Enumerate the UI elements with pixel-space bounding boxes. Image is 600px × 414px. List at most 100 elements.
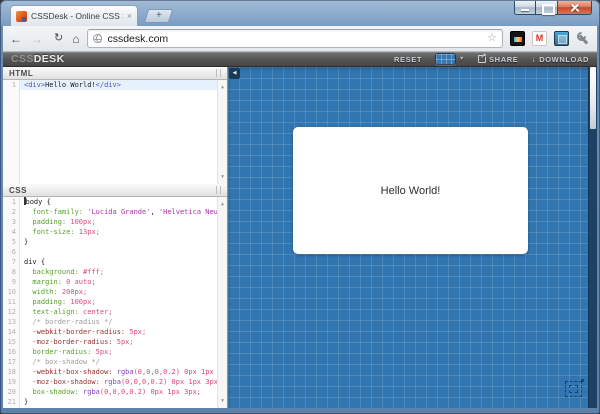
- code-line[interactable]: -webkit-box-shadow: rgba(0,0,0,0.2) 0px …: [20, 367, 227, 377]
- code-line[interactable]: border-radius: 5px;: [20, 347, 227, 357]
- reset-button[interactable]: RESET: [394, 55, 422, 64]
- code-line[interactable]: font-family: 'Lucida Grande', 'Helvetica…: [20, 207, 227, 217]
- code-token: (0,0,0,0.2) 0px 1px 3px;: [100, 388, 201, 396]
- background-picker[interactable]: ▼: [435, 53, 465, 65]
- code-line[interactable]: body {: [20, 197, 227, 207]
- swatch-dropdown-caret[interactable]: ▼: [459, 56, 465, 62]
- maximize-button[interactable]: [536, 1, 558, 15]
- code-line[interactable]: }: [20, 397, 227, 407]
- new-tab-button[interactable]: +: [144, 9, 174, 23]
- blue-extension-icon[interactable]: [554, 31, 569, 46]
- code-line[interactable]: padding: 100px;: [20, 217, 227, 227]
- code-token: center;: [83, 308, 113, 316]
- cssdesk-logo: CSSDESK: [11, 54, 65, 65]
- panel-grip-icon: [216, 186, 221, 194]
- preview-scrollbar[interactable]: [588, 67, 597, 408]
- html-code[interactable]: <div>Hello World!</div>: [20, 80, 227, 184]
- code-line[interactable]: text-align: center;: [20, 307, 227, 317]
- gmail-m-glyph: M: [536, 34, 544, 43]
- url-text[interactable]: cssdesk.com: [107, 33, 482, 45]
- address-bar[interactable]: cssdesk.com ☆: [87, 29, 503, 48]
- css-panel-title: CSS: [9, 186, 27, 195]
- html-panel-header[interactable]: HTML: [3, 67, 227, 80]
- html-editor[interactable]: 1 <div>Hello World!</div> ▲ ▼: [3, 80, 227, 184]
- code-line[interactable]: margin: 0 auto;: [20, 277, 227, 287]
- code-token: border-radius:: [24, 348, 91, 356]
- code-token: -moz-box-shadow:: [24, 378, 100, 386]
- home-button[interactable]: ⌂: [72, 33, 79, 45]
- scroll-up-icon[interactable]: ▲: [221, 199, 224, 209]
- html-panel: HTML 1 <div>Hello World!</div> ▲ ▼: [3, 67, 227, 184]
- code-line[interactable]: <div>Hello World!</div>: [20, 80, 227, 90]
- code-line[interactable]: [20, 247, 227, 257]
- code-line[interactable]: -moz-box-shadow: rgba(0,0,0,0.2) 0px 1px…: [20, 377, 227, 387]
- code-line[interactable]: font-size: 13px;: [20, 227, 227, 237]
- line-number: 19: [3, 377, 16, 387]
- window-controls: [514, 1, 592, 15]
- line-number: 1: [3, 80, 16, 90]
- code-line[interactable]: }: [20, 237, 227, 247]
- scroll-down-icon[interactable]: ▼: [221, 396, 224, 406]
- preview-scrollbar-thumb[interactable]: [590, 67, 596, 129]
- code-token: width:: [24, 288, 58, 296]
- preview-card: Hello World!: [293, 127, 528, 254]
- browser-tab[interactable]: CSSDesk - Online CSS San ×: [10, 5, 138, 26]
- code-line[interactable]: div {: [20, 257, 227, 267]
- line-number: 11: [3, 297, 16, 307]
- line-number: 10: [3, 287, 16, 297]
- wrench-menu-icon[interactable]: [576, 32, 590, 46]
- close-button[interactable]: [558, 1, 592, 15]
- code-token: rgba: [83, 388, 100, 396]
- reload-button[interactable]: ↻: [54, 33, 63, 44]
- code-token: Hello World!: [45, 81, 96, 89]
- background-swatch[interactable]: [435, 53, 456, 65]
- code-token: (0,0,0,0.2) 0px 1px 3px;: [121, 378, 222, 386]
- forward-button[interactable]: →: [31, 33, 43, 45]
- back-button[interactable]: ←: [10, 33, 22, 45]
- code-token: margin:: [24, 278, 62, 286]
- code-token: }: [24, 238, 28, 246]
- css-panel-header[interactable]: CSS: [3, 184, 227, 197]
- code-line[interactable]: /* border-radius */: [20, 317, 227, 327]
- bookmark-star-icon[interactable]: ☆: [487, 33, 497, 44]
- gmail-extension-icon[interactable]: M: [532, 31, 547, 46]
- preview-pane: ◀ Hello World!: [228, 67, 597, 408]
- code-line[interactable]: box-shadow: rgba(0,0,0,0.2) 0px 1px 3px;: [20, 387, 227, 397]
- code-token: /* box-shadow */: [24, 358, 100, 366]
- code-token: 13px;: [79, 228, 100, 236]
- dark-extension-icon[interactable]: [510, 31, 525, 46]
- line-number: 7: [3, 257, 16, 267]
- css-code[interactable]: body { font-family: 'Lucida Grande', 'He…: [20, 197, 227, 408]
- minimize-button[interactable]: [514, 1, 536, 15]
- collapse-panel-button[interactable]: ◀: [229, 68, 240, 79]
- line-number: 3: [3, 217, 16, 227]
- code-token: body {: [26, 198, 51, 206]
- code-token: 'Lucida Grande': [87, 208, 150, 216]
- share-button[interactable]: SHARE: [478, 55, 518, 64]
- code-line[interactable]: /* box-shadow */: [20, 357, 227, 367]
- browser-window: CSSDesk - Online CSS San × + ← → ↻ ⌂ css…: [0, 0, 600, 414]
- code-token: padding:: [24, 298, 66, 306]
- code-token: 200px;: [62, 288, 87, 296]
- html-editor-scrollbar[interactable]: ▲ ▼: [217, 80, 227, 184]
- code-token: </div>: [96, 81, 121, 89]
- scroll-down-icon[interactable]: ▼: [221, 172, 224, 182]
- download-button[interactable]: ↓ DOWNLOAD: [531, 55, 589, 64]
- code-token: box-shadow:: [24, 388, 79, 396]
- code-line[interactable]: background: #fff;: [20, 267, 227, 277]
- globe-icon: [93, 34, 102, 43]
- code-token: 0 auto;: [66, 278, 96, 286]
- code-line[interactable]: width: 200px;: [20, 287, 227, 297]
- cssdesk-favicon-icon: [16, 11, 27, 22]
- tab-close-icon[interactable]: ×: [127, 12, 132, 21]
- line-number: 18: [3, 367, 16, 377]
- code-token: 5px;: [117, 338, 134, 346]
- code-line[interactable]: padding: 100px;: [20, 297, 227, 307]
- css-editor-scrollbar[interactable]: ▲ ▼: [217, 197, 227, 408]
- line-number: 16: [3, 347, 16, 357]
- grid-toggle-icon[interactable]: [565, 381, 582, 397]
- scroll-up-icon[interactable]: ▲: [221, 82, 224, 92]
- code-line[interactable]: -webkit-border-radius: 5px;: [20, 327, 227, 337]
- css-editor[interactable]: 123456789101112131415161718192021 body {…: [3, 197, 227, 408]
- code-line[interactable]: -moz-border-radius: 5px;: [20, 337, 227, 347]
